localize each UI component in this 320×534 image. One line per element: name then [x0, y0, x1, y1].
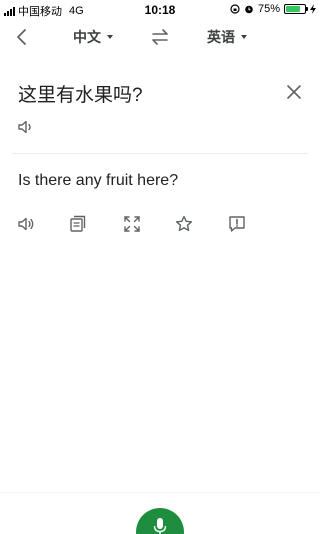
copy-icon[interactable]	[68, 214, 88, 234]
chevron-left-icon[interactable]	[12, 26, 34, 48]
fullscreen-icon[interactable]	[122, 214, 142, 234]
source-language-label: 中文	[73, 29, 101, 45]
source-language-selector[interactable]: 中文	[73, 27, 113, 47]
translation-text: Is there any fruit here?	[18, 172, 179, 189]
speaker-icon[interactable]	[16, 117, 36, 137]
close-icon[interactable]	[284, 82, 304, 102]
target-language-selector[interactable]: 英语	[207, 27, 247, 47]
swap-arrows-icon[interactable]	[150, 27, 170, 47]
status-bar: 中国移动 4G 10:18 75%	[0, 0, 320, 18]
divider	[12, 153, 308, 154]
alarm-icon	[245, 5, 253, 14]
dropdown-caret-icon	[107, 35, 113, 39]
charging-icon	[310, 4, 316, 14]
microphone-button[interactable]	[136, 508, 184, 534]
bottom-divider	[0, 492, 320, 493]
battery-fill	[286, 6, 300, 12]
translation-actions	[0, 214, 320, 236]
battery-percent: 75%	[257, 3, 280, 15]
language-toolbar: 中文 英语	[0, 22, 320, 52]
rotation-lock-icon	[230, 4, 240, 14]
source-text[interactable]: 这里有水果吗?	[18, 80, 143, 107]
report-icon[interactable]	[227, 214, 247, 234]
dropdown-caret-icon	[241, 35, 247, 39]
status-right: 75%	[230, 3, 316, 15]
battery-icon	[284, 4, 308, 14]
target-language-label: 英语	[207, 29, 235, 45]
microphone-icon	[153, 518, 167, 534]
star-icon[interactable]	[174, 214, 194, 234]
speaker-icon[interactable]	[16, 214, 36, 234]
